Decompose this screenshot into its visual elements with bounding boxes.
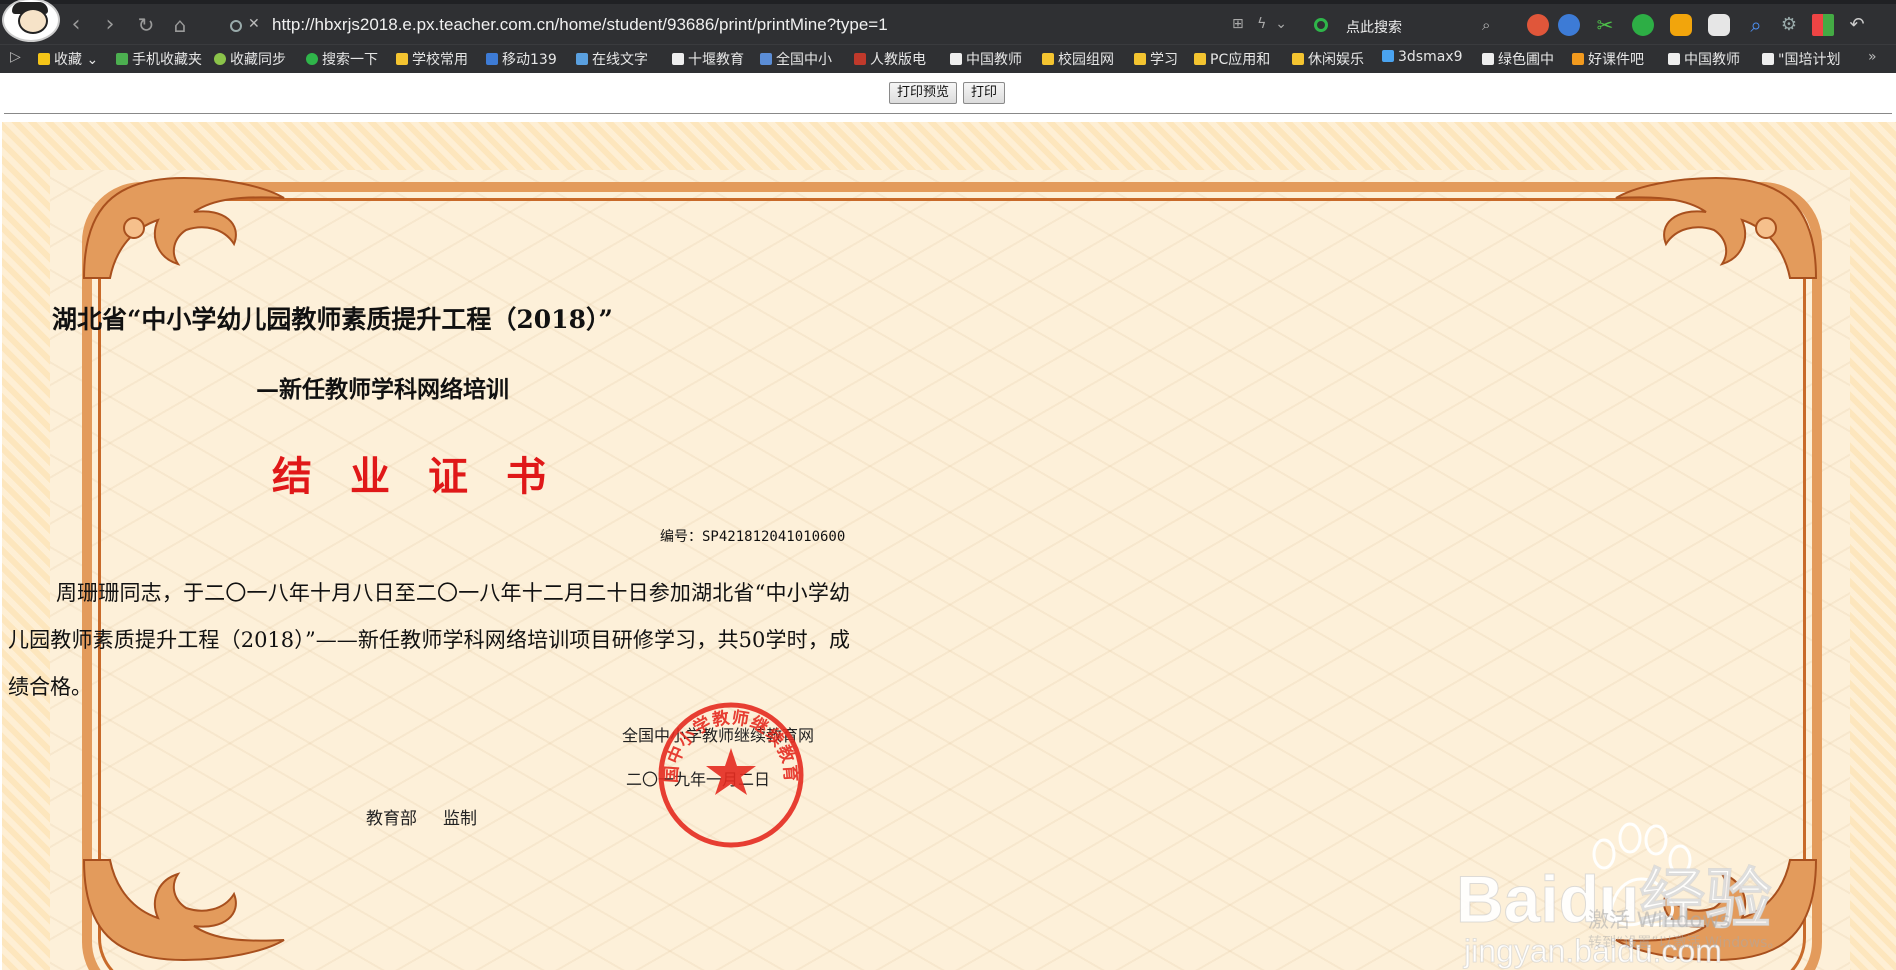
search-placeholder: 点此搜索 — [1346, 20, 1402, 36]
page-icon — [672, 53, 684, 65]
user-avatar[interactable] — [2, 0, 60, 42]
bookmark-item[interactable]: 搜索一下 — [306, 49, 378, 69]
bookmark-item[interactable]: 校园组网 — [1042, 49, 1114, 69]
bookmarks-bar: ▷ 收藏 ⌄ 手机收藏夹 收藏同步 搜索一下 学校常用 移动139 在线文字 十… — [0, 44, 1896, 73]
page-icon — [1668, 53, 1680, 65]
bookmark-item[interactable]: 手机收藏夹 — [116, 49, 202, 69]
print-button[interactable]: 打印 — [963, 82, 1006, 104]
security-icon[interactable] — [230, 20, 242, 32]
folder-icon — [1042, 53, 1054, 65]
phone-icon — [116, 53, 128, 65]
mail-icon — [486, 53, 498, 65]
windows-activation-hint: 转到“设置”以激活 Windows。 — [1588, 935, 1782, 951]
bookmark-item[interactable]: 移动139 — [486, 49, 557, 69]
bookmark-item[interactable]: 收藏 ⌄ — [38, 49, 98, 69]
bookmark-item[interactable]: 学习 — [1134, 49, 1178, 69]
bookmark-item[interactable]: PC应用和 — [1194, 49, 1270, 69]
certificate-supervision: 教育部 监制 — [366, 804, 503, 829]
sidebar-toggle-icon[interactable]: ▷ — [10, 49, 21, 65]
bookmark-item[interactable]: 休闲娱乐 — [1292, 49, 1364, 69]
bookmark-item[interactable]: 十堰教育 — [672, 49, 744, 69]
bookmark-item[interactable]: 好课件吧 — [1572, 49, 1644, 69]
address-actions: ⊞ ϟ ⌄ — [1232, 16, 1287, 32]
more-bookmarks-icon[interactable]: » — [1868, 49, 1877, 65]
certificate-serial: 编号：SP421812041010600 — [660, 529, 846, 545]
supervise-label: 监制 — [443, 809, 477, 829]
text-icon — [576, 53, 588, 65]
3d-icon — [1382, 50, 1394, 62]
undo-icon[interactable]: ↶ — [1846, 14, 1868, 36]
folder-icon — [1292, 53, 1304, 65]
forward-icon[interactable]: › — [96, 10, 124, 40]
bookmark-item[interactable]: 学校常用 — [396, 49, 468, 69]
bookmark-item[interactable]: 收藏同步 — [214, 49, 286, 69]
url-text[interactable]: http://hbxrjs2018.e.px.teacher.com.cn/ho… — [272, 15, 888, 35]
search-ext-icon[interactable]: ⌕ — [1745, 14, 1767, 36]
search-box[interactable]: 点此搜索 ⌕ — [1310, 11, 1500, 41]
tab-strip[interactable] — [0, 0, 1896, 4]
search-icon[interactable]: ⌕ — [1482, 16, 1490, 34]
search-icon — [306, 53, 318, 65]
certificate-title-line1: 湖北省“中小学幼儿园教师素质提升工程（2018）” — [52, 305, 613, 334]
certificate-body: 周珊珊同志，于二〇一八年十月八日至二〇一八年十二月二十日参加湖北省“中小学幼儿园… — [8, 581, 850, 699]
corner-ornament — [82, 859, 285, 962]
corner-ornament — [1615, 176, 1818, 279]
sync-icon — [214, 53, 226, 65]
avatar-face — [18, 8, 48, 34]
gamepad-icon[interactable] — [1708, 14, 1730, 36]
toolbar-divider — [4, 113, 1892, 114]
bookmark-item[interactable]: 全国中小 — [760, 49, 832, 69]
back-icon[interactable]: ‹ — [62, 10, 90, 40]
book-icon — [854, 53, 866, 65]
print-toolbar: 打印预览 打印 — [0, 73, 1896, 113]
page-icon — [950, 53, 962, 65]
lightning-icon[interactable]: ϟ — [1257, 16, 1266, 32]
address-bar[interactable]: ✕ http://hbxrjs2018.e.px.teacher.com.cn/… — [220, 11, 1290, 41]
apps-icon[interactable] — [1812, 14, 1834, 36]
certificate-heading: 结业证书 — [272, 453, 584, 500]
bookmark-item[interactable]: 在线文字 — [576, 49, 648, 69]
site-info-icon[interactable]: ✕ — [248, 16, 260, 32]
supervisor-name: 教育部 — [366, 809, 417, 829]
site-icon — [760, 53, 772, 65]
folder-icon — [1134, 53, 1146, 65]
translate-icon[interactable] — [1558, 14, 1580, 36]
refresh-icon[interactable]: ↻ — [132, 10, 160, 40]
tools-icon[interactable]: ⚙ — [1778, 14, 1800, 36]
home-icon[interactable]: ⌂ — [166, 10, 194, 40]
folder-icon — [1194, 53, 1206, 65]
windows-activation-notice: 激活 Windows — [1588, 908, 1731, 932]
page-icon — [1762, 53, 1774, 65]
page-icon — [1482, 53, 1494, 65]
chevron-down-icon[interactable]: ⌄ — [1275, 16, 1287, 32]
star-icon — [38, 53, 50, 65]
scissors-icon[interactable]: ✂ — [1594, 14, 1616, 36]
search-engine-icon[interactable] — [1314, 18, 1328, 32]
bookmark-item[interactable]: 人教版电 — [854, 49, 926, 69]
official-seal: 全国中小学教师继续教育网 — [656, 700, 804, 848]
bookmark-item[interactable]: "国培计划 — [1762, 49, 1840, 69]
green-ext-icon[interactable] — [1632, 14, 1654, 36]
folder-icon — [396, 53, 408, 65]
shield-icon[interactable] — [1670, 14, 1692, 36]
bookmark-item[interactable]: 3dsmax9 — [1382, 49, 1463, 65]
bookmark-item[interactable]: 中国教师 — [1668, 49, 1740, 69]
corner-ornament — [82, 176, 285, 279]
certificate-title-line2: —新任教师学科网络培训 — [256, 376, 509, 403]
bookmark-item[interactable]: 中国教师 — [950, 49, 1022, 69]
bookmark-item[interactable]: 绿色圃中 — [1482, 49, 1554, 69]
weibo-icon[interactable] — [1527, 14, 1549, 36]
print-preview-button[interactable]: 打印预览 — [889, 82, 958, 104]
bookmark-icon — [1572, 53, 1584, 65]
qr-icon[interactable]: ⊞ — [1232, 16, 1244, 32]
